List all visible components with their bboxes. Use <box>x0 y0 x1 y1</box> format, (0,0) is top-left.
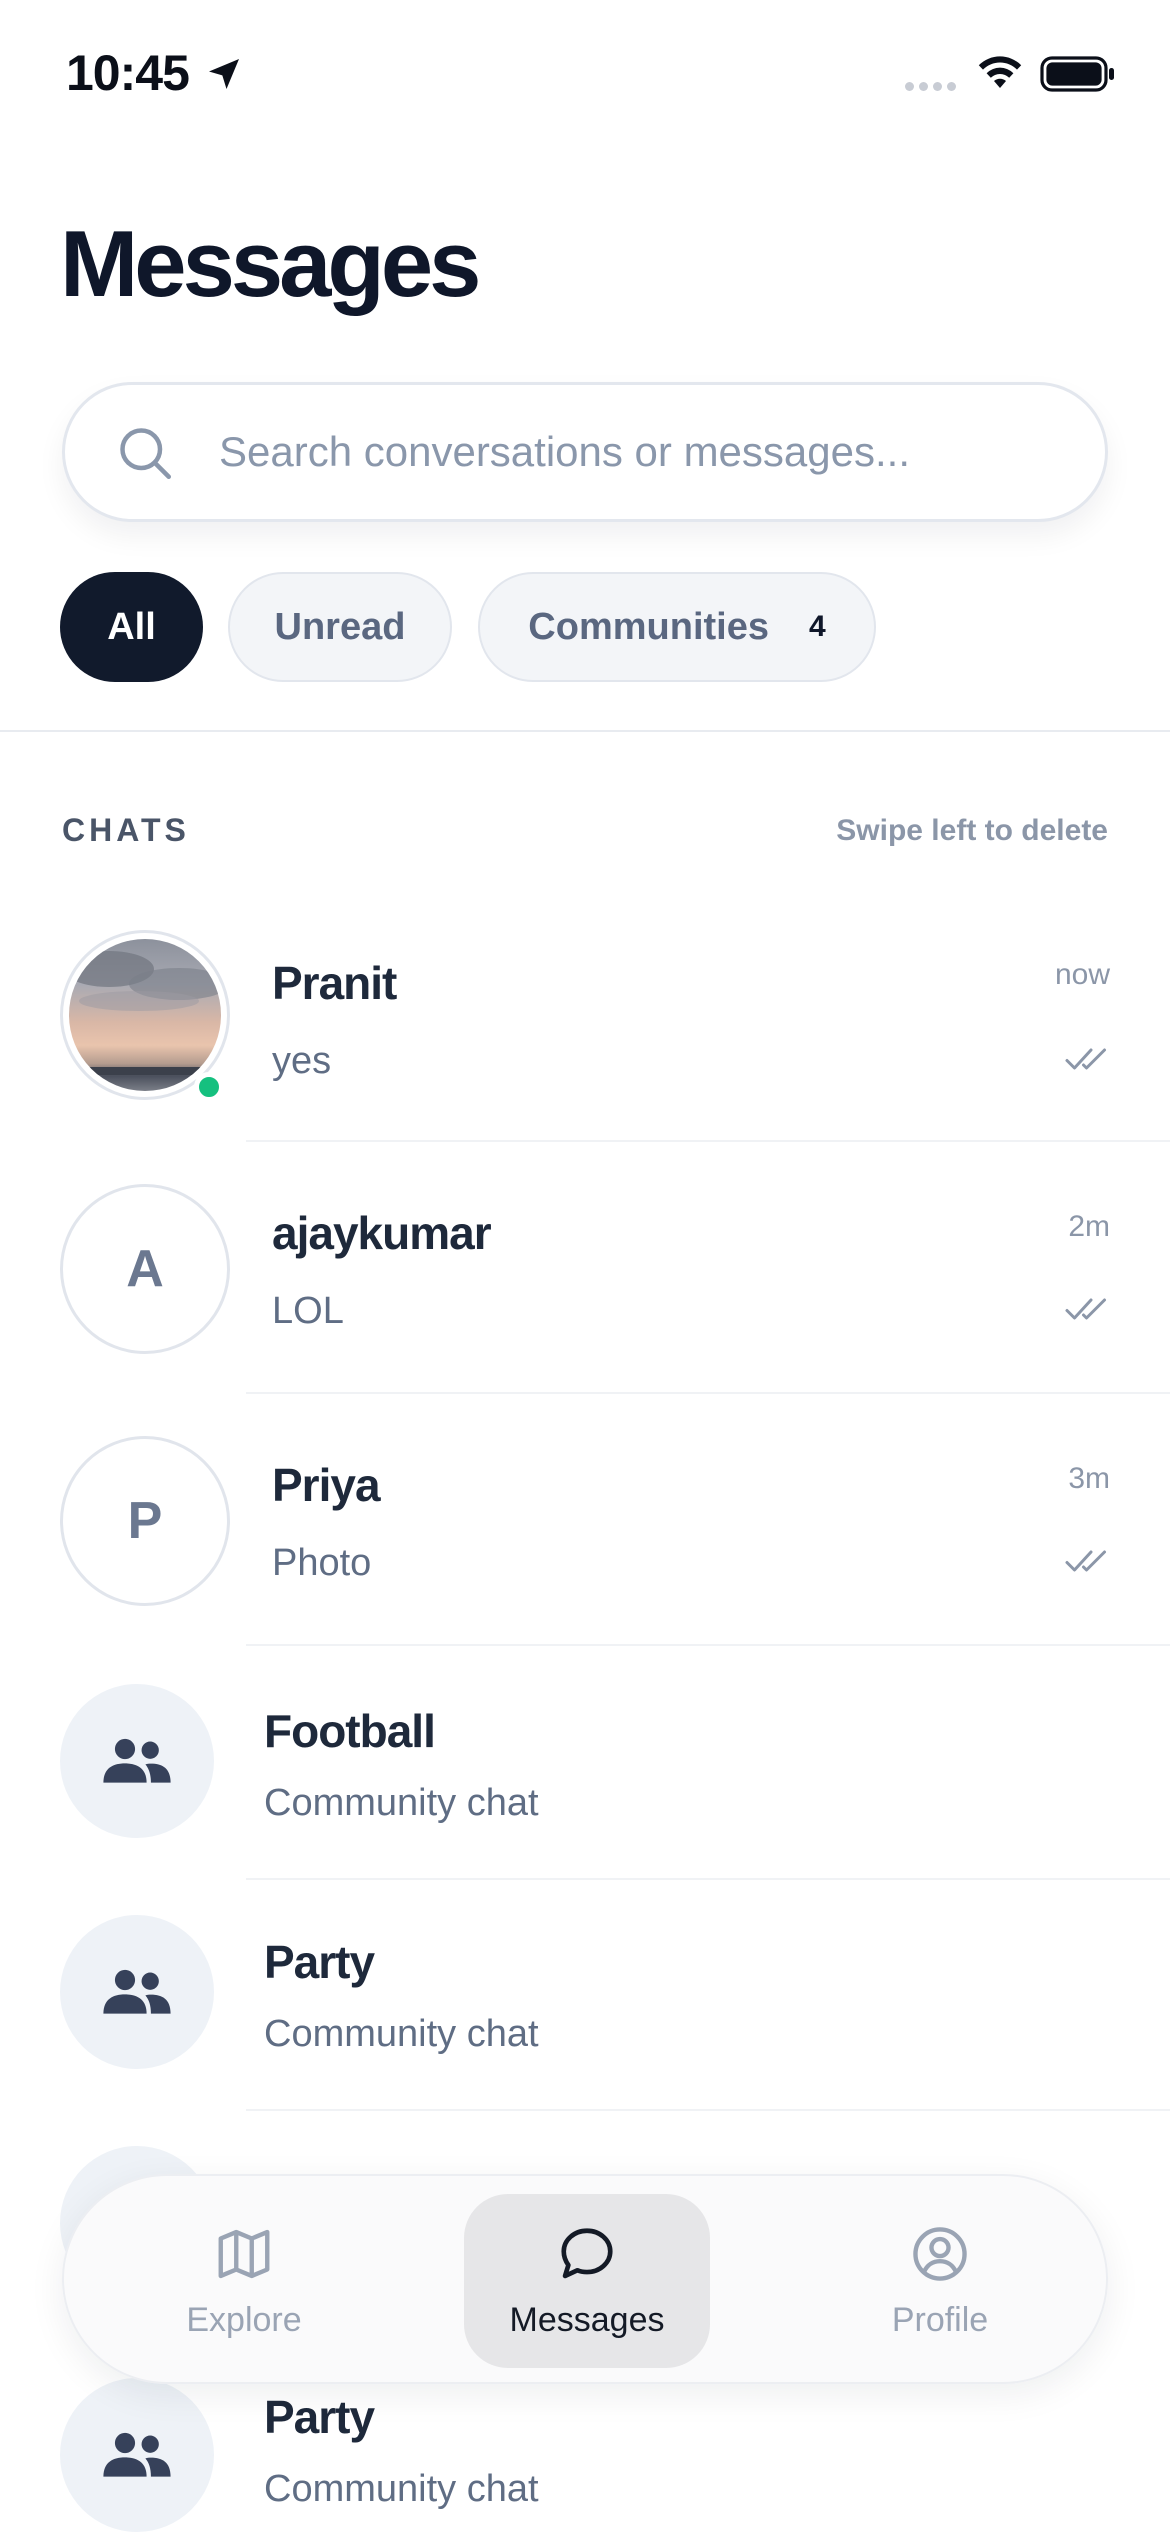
community-name: Party <box>264 2391 375 2443</box>
community-preview: Community chat <box>264 2013 539 2055</box>
swipe-hint: Swipe left to delete <box>836 814 1108 847</box>
community-name: Party <box>264 1936 375 1988</box>
community-row-party-2[interactable]: Party Community chat <box>0 2378 1170 2532</box>
chat-row-priya[interactable]: P Priya Photo 3m <box>0 1434 1170 1684</box>
row-divider <box>246 2109 1170 2111</box>
header-divider <box>0 730 1170 732</box>
row-divider <box>246 1392 1170 1394</box>
section-title: CHATS <box>62 812 190 848</box>
filter-chip-unread-label: Unread <box>274 605 406 648</box>
battery-icon <box>1040 56 1114 92</box>
search-bar[interactable] <box>62 382 1108 522</box>
nav-messages-label: Messages <box>509 2300 665 2339</box>
community-row-party[interactable]: Party Community chat <box>0 1915 1170 2147</box>
filter-chip-all-label: All <box>107 605 156 648</box>
cellular-signal-icon <box>905 82 956 91</box>
nav-messages[interactable]: Messages <box>464 2194 710 2368</box>
avatar-initial: A <box>126 1240 164 1298</box>
user-circle-icon <box>913 2226 967 2281</box>
bottom-nav: Explore Messages Profile <box>62 2174 1108 2384</box>
nav-profile[interactable]: Profile <box>870 2194 1010 2368</box>
group-icon <box>103 1969 171 2014</box>
map-icon <box>218 2229 270 2278</box>
chat-name: Pranit <box>272 957 397 1009</box>
community-avatar <box>60 1684 214 1838</box>
avatar-initial: P <box>127 1492 163 1550</box>
group-icon <box>103 1738 171 1783</box>
chat-preview: Photo <box>272 1542 372 1584</box>
filter-chip-unread[interactable]: Unread <box>228 572 452 682</box>
status-bar: 10:45 <box>0 0 1170 150</box>
chat-time: now <box>1054 958 1110 991</box>
chat-preview: yes <box>272 1040 332 1082</box>
community-row-football[interactable]: Football Community chat <box>0 1684 1170 1916</box>
nav-profile-label: Profile <box>891 2300 989 2339</box>
online-status-dot <box>194 1072 224 1102</box>
chat-time: 2m <box>1068 1210 1110 1243</box>
location-arrow-icon <box>209 59 239 89</box>
row-divider <box>246 1140 1170 1142</box>
community-name: Football <box>264 1705 436 1757</box>
community-avatar <box>60 1915 214 2069</box>
avatar: A <box>60 1184 230 1354</box>
row-divider <box>246 1878 1170 1880</box>
search-input[interactable] <box>219 385 1079 519</box>
double-check-icon <box>1065 1298 1106 1320</box>
chat-bubble-icon <box>561 2227 613 2278</box>
filter-chip-communities[interactable]: Communities 4 <box>478 572 876 682</box>
row-divider <box>246 1644 1170 1646</box>
communities-count-badge: 4 <box>809 610 826 643</box>
avatar-photo <box>69 939 221 1091</box>
search-icon <box>120 428 171 479</box>
page-title: Messages <box>60 211 481 316</box>
double-check-icon <box>1065 1550 1106 1572</box>
nav-explore[interactable]: Explore <box>174 2194 314 2368</box>
chat-preview: LOL <box>272 1290 344 1332</box>
wifi-icon <box>978 56 1022 88</box>
group-icon <box>103 2432 171 2477</box>
status-time: 10:45 <box>66 45 190 101</box>
chat-time: 3m <box>1068 1462 1110 1495</box>
chat-name: ajaykumar <box>272 1207 492 1259</box>
community-preview: Community chat <box>264 1782 539 1824</box>
avatar: P <box>60 1436 230 1606</box>
double-check-icon <box>1065 1048 1106 1070</box>
community-avatar <box>60 2378 214 2532</box>
chat-name: Priya <box>272 1459 381 1511</box>
filter-chip-communities-label: Communities <box>528 605 769 648</box>
nav-explore-label: Explore <box>186 2300 302 2339</box>
community-preview: Community chat <box>264 2468 539 2510</box>
chat-row-ajaykumar[interactable]: A ajaykumar LOL 2m <box>0 1182 1170 1432</box>
filter-chip-all[interactable]: All <box>60 572 203 682</box>
chat-row-pranit[interactable]: Pranit yes now <box>0 930 1170 1180</box>
